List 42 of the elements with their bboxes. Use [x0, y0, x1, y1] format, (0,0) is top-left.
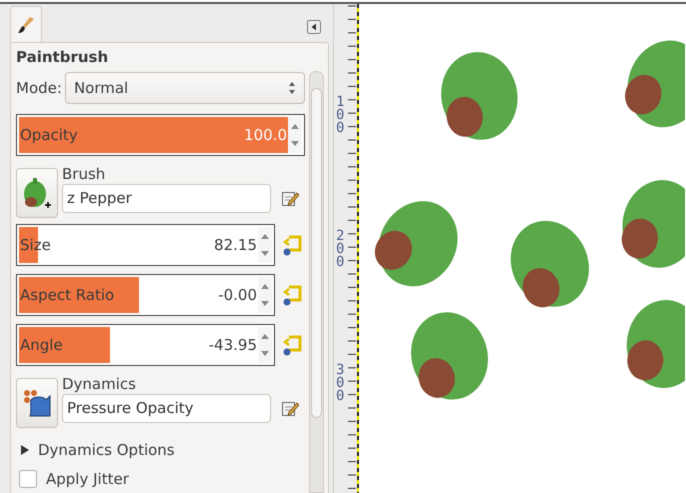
slider-label: Opacity [20, 126, 78, 144]
brush-preview-button[interactable] [16, 168, 58, 218]
dynamics-icon [22, 388, 52, 418]
edit-icon[interactable] [281, 399, 299, 417]
mode-label: Mode: [16, 79, 62, 98]
tool-options-tab[interactable] [10, 6, 42, 42]
spin-arrows-icon[interactable] [258, 326, 272, 362]
slider-value: -43.95 [208, 336, 257, 354]
spin-arrows-icon[interactable] [288, 116, 302, 152]
resource-name-field[interactable]: Pressure Opacity [62, 394, 271, 422]
spin-arrows-icon[interactable] [258, 276, 272, 312]
expand-arrow-icon [20, 444, 30, 455]
checkbox-label: Apply Jitter [46, 470, 129, 488]
slider-label: Angle [20, 336, 63, 354]
reset-icon[interactable] [281, 234, 303, 256]
dynamics-options-expander[interactable]: Dynamics Options [16, 436, 305, 464]
slider-label: Aspect Ratio [20, 286, 114, 304]
dropdown-arrows-icon [288, 81, 296, 96]
slider-field[interactable]: Opacity 100.0 [16, 114, 305, 156]
reset-icon[interactable] [281, 284, 303, 306]
reset-icon[interactable] [281, 334, 303, 356]
slider-value: 100.0 [244, 126, 287, 144]
slider-value: 82.15 [214, 236, 257, 254]
ruler-label: 200 [336, 230, 346, 269]
resource-name-field[interactable]: z Pepper [62, 184, 271, 212]
edit-icon[interactable] [281, 189, 299, 207]
spin-arrows-icon[interactable] [258, 226, 272, 262]
scrollbar[interactable] [309, 71, 324, 493]
dynamics-preview-button[interactable] [16, 378, 58, 428]
tool-title: Paintbrush [16, 47, 110, 68]
collapse-icon[interactable] [307, 20, 321, 34]
ruler-label: 100 [336, 96, 346, 135]
mode-dropdown[interactable]: Normal [64, 72, 305, 104]
slider-field[interactable]: Angle -43.95 [16, 324, 275, 366]
pepper-icon [22, 176, 52, 210]
slider-field[interactable]: Aspect Ratio -0.00 [16, 274, 275, 316]
resource-label: Brush [62, 164, 106, 184]
checkbox[interactable] [19, 470, 37, 488]
paintbrush-icon [16, 14, 36, 34]
ruler-label: 300 [336, 364, 346, 403]
slider-value: -0.00 [218, 286, 257, 304]
resource-label: Dynamics [62, 374, 137, 394]
